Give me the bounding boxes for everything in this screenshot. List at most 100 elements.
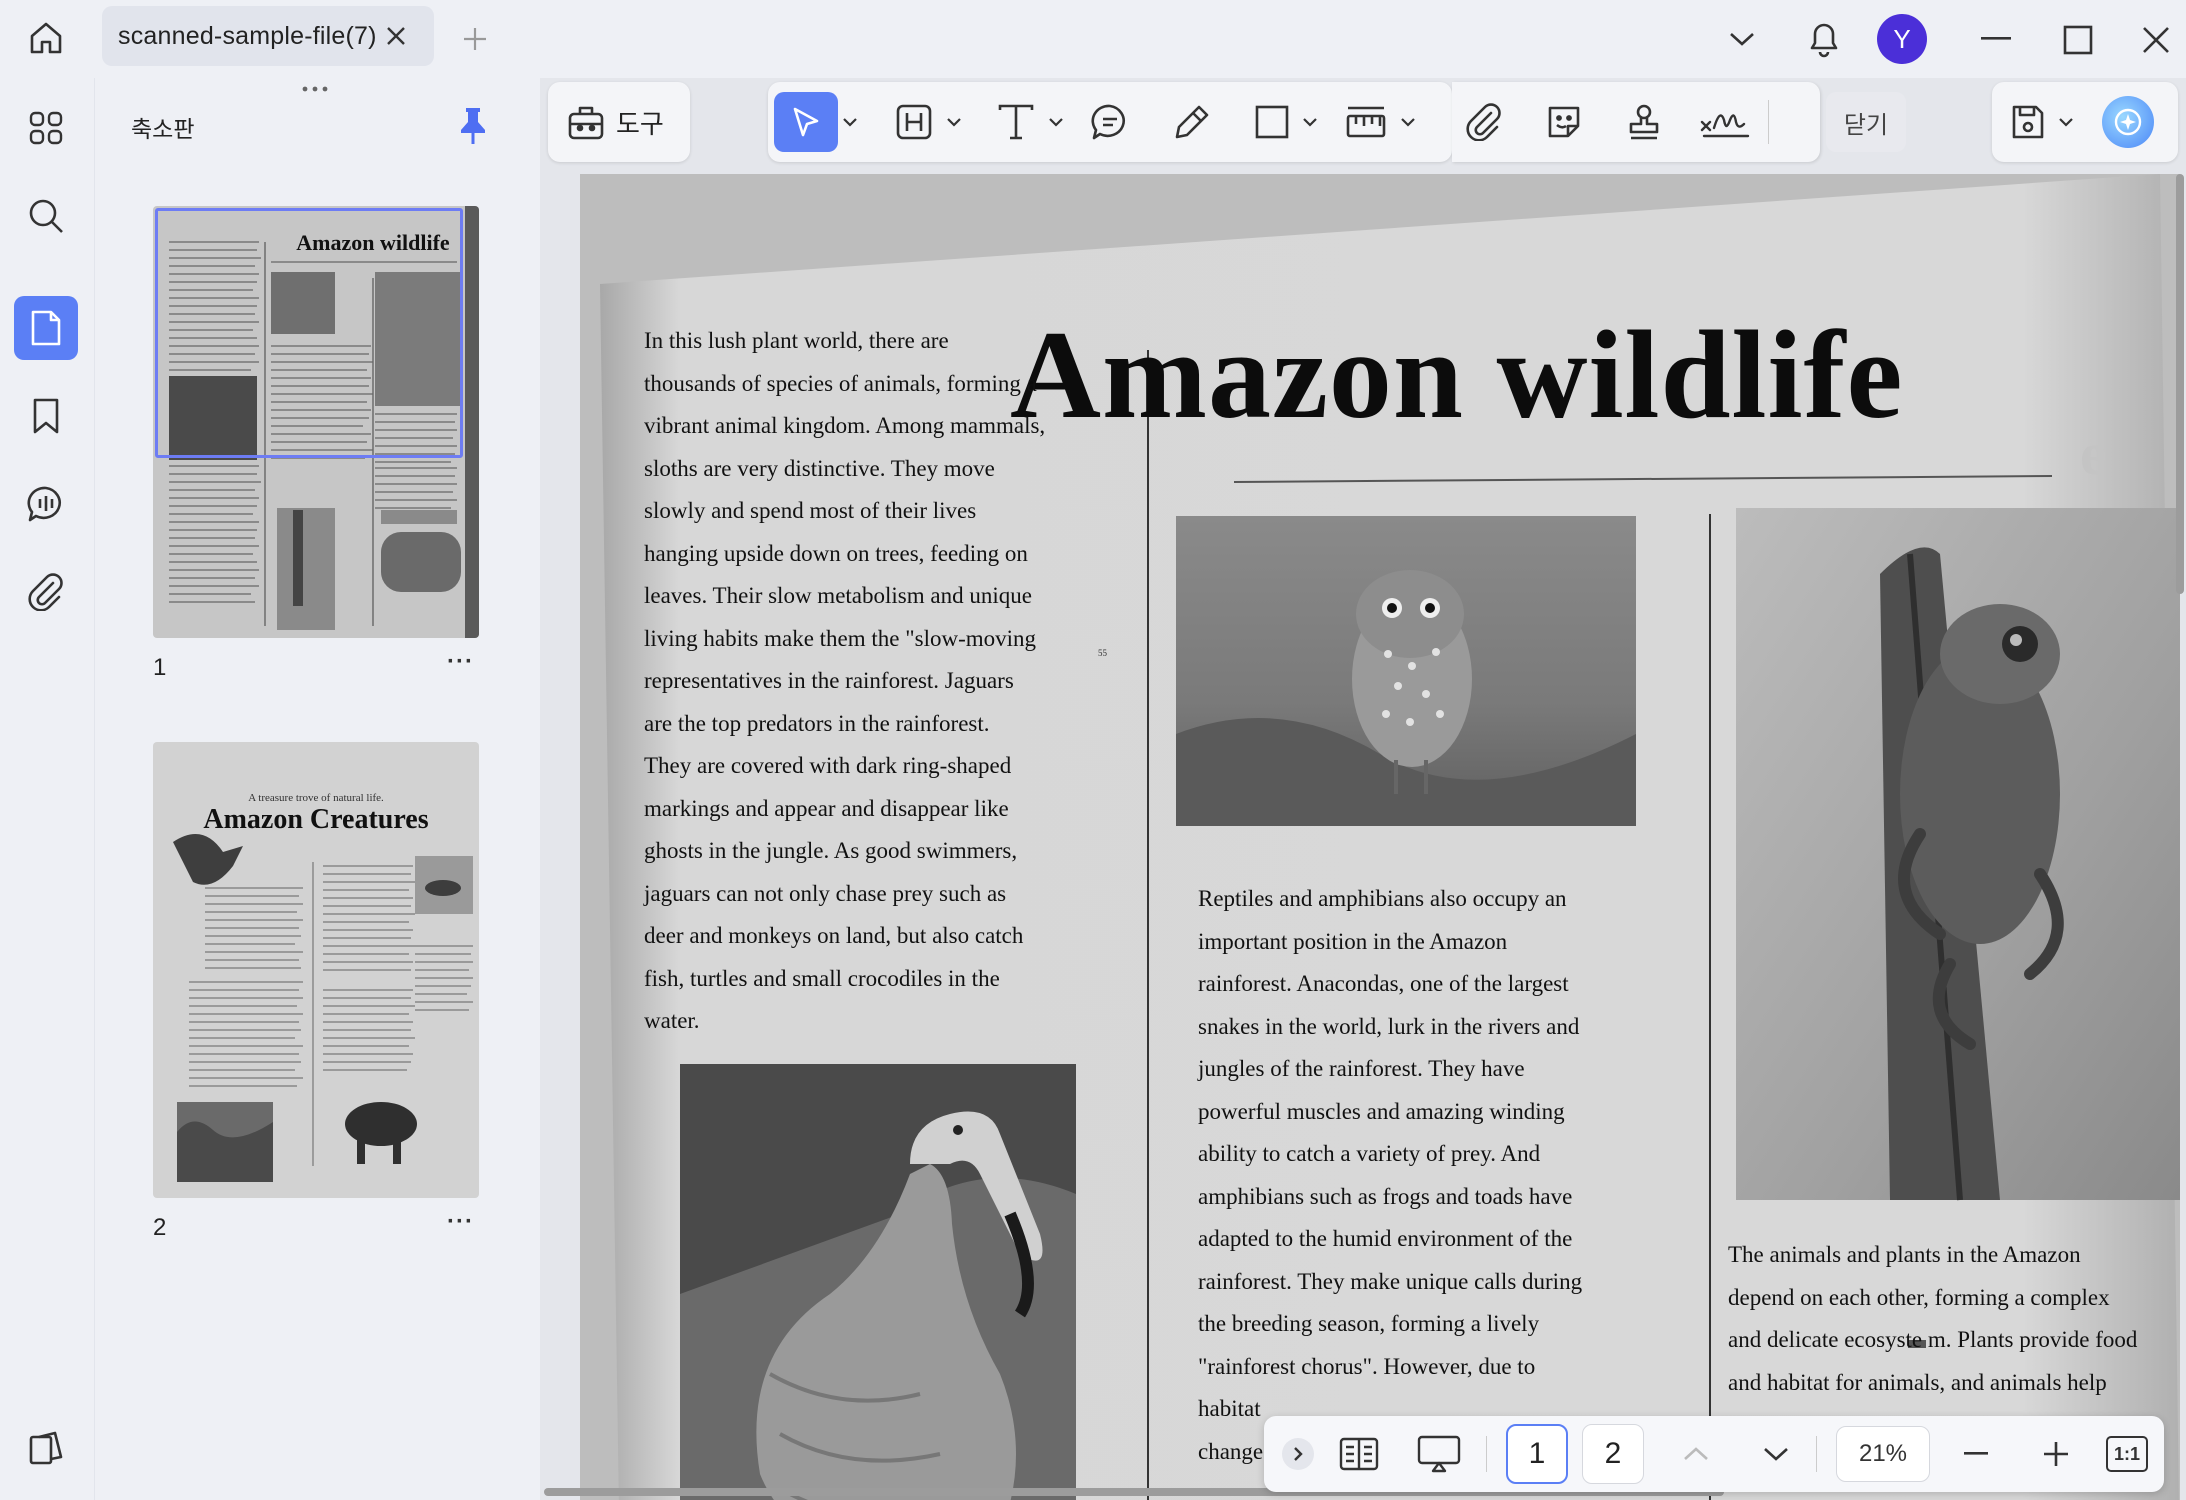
measure-dropdown-icon[interactable] — [1398, 110, 1418, 134]
chevron-down-icon[interactable] — [1724, 22, 1760, 56]
tab-title: scanned-sample-file(7) — [118, 21, 377, 50]
tools-button[interactable]: 도구 — [556, 92, 682, 152]
svg-text:55: 55 — [1098, 648, 1108, 658]
document-title: Amazon wildlife — [1010, 306, 1904, 445]
col1-line: sloths are very distinctive. They move — [644, 455, 995, 481]
page-2-more-icon[interactable]: ··· — [447, 1208, 474, 1236]
col1-line: are the top predators in the rainforest. — [644, 710, 990, 736]
left-rail — [0, 78, 94, 1500]
sticker-icon[interactable] — [1538, 96, 1590, 148]
col1-line: deer and monkeys on land, but also catch — [644, 923, 1024, 948]
previous-page-icon[interactable] — [1674, 1434, 1718, 1474]
col2-line: adapted to the humid environment of the — [1198, 1226, 1573, 1251]
minimize-icon[interactable] — [1978, 22, 2014, 56]
nav-divider — [1486, 1436, 1487, 1472]
save-ai-group — [1992, 82, 2178, 162]
comments-icon[interactable] — [22, 480, 70, 528]
annotation-toolbar — [768, 82, 1452, 162]
maximize-icon[interactable] — [2058, 20, 2098, 60]
page-thumbnail-2[interactable]: A treasure trove of natural life. Amazon… — [153, 742, 479, 1198]
page-button-1[interactable]: 1 — [1506, 1424, 1568, 1484]
col3-line: and delicate ecosyste m. Plants provide … — [1728, 1327, 2138, 1352]
col2-line: ability to catch a variety of prey. And — [1198, 1141, 1541, 1166]
panel-title: 축소판 — [131, 116, 195, 142]
shape-tool-icon[interactable] — [1246, 96, 1298, 148]
select-dropdown-icon[interactable] — [840, 110, 860, 134]
page-1-more-icon[interactable]: ··· — [447, 648, 474, 676]
save-dropdown-icon[interactable] — [2056, 110, 2076, 134]
col2-line: jungles of the rainforest. They have — [1198, 1056, 1525, 1081]
vertical-scrollbar[interactable] — [2176, 174, 2184, 594]
col3-line: depend on each other, forming a complex — [1728, 1284, 2110, 1310]
document-tab[interactable]: scanned-sample-file(7) — [102, 6, 434, 66]
column-1-text: In this lush plant world, there are thou… — [644, 320, 1045, 1043]
presentation-icon[interactable] — [1412, 1432, 1466, 1476]
bell-icon[interactable] — [1802, 14, 1846, 62]
close-tools-button[interactable]: 닫기 — [1826, 92, 1906, 152]
bookmark-icon[interactable] — [22, 392, 70, 440]
col3-line: and habitat for animals, and animals hel… — [1728, 1369, 2107, 1395]
column-2-text: Reptiles and amphibians also occupy an i… — [1198, 878, 1582, 1473]
col1-line: markings and appear and disappear like — [644, 795, 1009, 821]
heading-dropdown-icon[interactable] — [944, 110, 964, 134]
document-page: 55 e Amazon wildlife In this lush plant … — [580, 174, 2180, 1500]
col1-line: thousands of species of animals, forming… — [644, 370, 1037, 396]
sidebar-toggle-icon[interactable] — [22, 1424, 70, 1472]
select-tool-button[interactable] — [774, 92, 838, 152]
comment-tool-icon[interactable] — [1084, 96, 1136, 148]
col3-line: The animals and plants in the Amazon — [1728, 1242, 2081, 1267]
save-icon[interactable] — [2002, 96, 2054, 148]
thumbnails-icon[interactable] — [14, 296, 78, 360]
home-icon[interactable] — [22, 14, 70, 62]
col1-line: They are covered with dark ring-shaped — [644, 753, 1012, 778]
col1-line: fish, turtles and small crocodiles in th… — [644, 965, 1000, 991]
col1-line: living habits make them the "slow-moving — [644, 625, 1037, 651]
avatar[interactable]: Y — [1877, 14, 1927, 64]
zoom-in-icon[interactable] — [2034, 1434, 2078, 1474]
drag-handle-icon[interactable] — [295, 82, 335, 96]
actual-size-button[interactable]: 1:1 — [2106, 1436, 2148, 1472]
col2-line: powerful muscles and amazing winding — [1198, 1098, 1565, 1124]
column-3-text: The animals and plants in the Amazon dep… — [1728, 1234, 2137, 1404]
col1-line: leaves. Their slow metabolism and unique — [644, 583, 1032, 608]
heading-tool-icon[interactable] — [888, 96, 940, 148]
page-layout-icon[interactable] — [1332, 1432, 1386, 1476]
text-dropdown-icon[interactable] — [1046, 110, 1066, 134]
apps-grid-icon[interactable] — [22, 104, 70, 152]
zoom-level[interactable]: 21% — [1836, 1426, 1930, 1482]
col2-line: snakes in the world, lurk in the rivers … — [1198, 1013, 1580, 1039]
attachment-icon[interactable] — [22, 568, 70, 616]
measure-tool-icon[interactable] — [1338, 96, 1394, 148]
stamp-icon[interactable] — [1618, 96, 1670, 148]
col1-line: ghosts in the jungle. As good swimmers, — [644, 838, 1018, 863]
close-tab-icon[interactable] — [380, 20, 412, 52]
pin-icon[interactable] — [453, 104, 493, 148]
toolbar-divider — [1768, 100, 1769, 144]
tools-label: 도구 — [616, 108, 664, 139]
annotation-toolbar-extended — [1452, 82, 1820, 162]
col2-line: rainforest. Anacondas, one of the larges… — [1198, 971, 1569, 996]
page-button-2[interactable]: 2 — [1582, 1424, 1644, 1484]
document-viewer: 도구 닫기 55 e Amazon wildlife In this lush … — [540, 78, 2186, 1500]
thumbnail-panel: 축소판 Amazon wildlife 1 ··· A treasure tro… — [94, 78, 534, 1500]
viewport-highlight — [155, 208, 463, 458]
search-icon[interactable] — [22, 192, 70, 240]
signature-icon[interactable] — [1696, 96, 1756, 148]
close-window-icon[interactable] — [2136, 20, 2176, 60]
pen-tool-icon[interactable] — [1166, 96, 1218, 148]
ai-assistant-icon[interactable] — [2102, 96, 2154, 148]
col1-line: slowly and spend most of their lives — [644, 498, 977, 523]
text-tool-icon[interactable] — [990, 96, 1042, 148]
attach-file-icon[interactable] — [1458, 96, 1510, 148]
expand-bar-icon[interactable] — [1282, 1438, 1314, 1470]
col2-line: important position in the Amazon — [1198, 928, 1508, 954]
col1-line: hanging upside down on trees, feeding on — [644, 540, 1028, 566]
next-page-icon[interactable] — [1754, 1434, 1798, 1474]
cursor-icon — [793, 107, 819, 137]
new-tab-icon[interactable] — [458, 22, 492, 56]
shape-dropdown-icon[interactable] — [1300, 110, 1320, 134]
page-thumbnail-1[interactable]: Amazon wildlife — [153, 206, 479, 638]
title-bar: scanned-sample-file(7) Y — [0, 0, 2186, 78]
zoom-out-icon[interactable] — [1954, 1434, 1998, 1474]
col1-line: jaguars can not only chase prey such as — [644, 880, 1007, 906]
